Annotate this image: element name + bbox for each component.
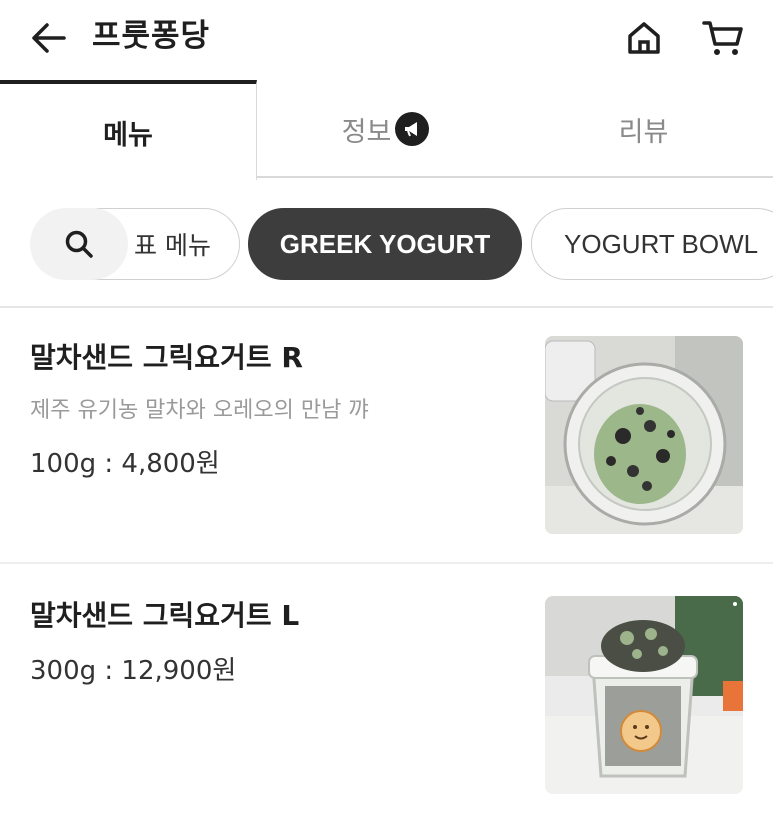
menu-item-image — [545, 336, 743, 534]
category-chip-label: GREEK YOGURT — [279, 228, 491, 259]
arrow-left-icon — [32, 23, 66, 53]
category-chip-label: YOGURT BOWL — [564, 228, 759, 259]
tab-info-label: 정보 — [341, 116, 392, 148]
tab-review-label: 리뷰 — [618, 116, 669, 148]
back-button[interactable] — [24, 16, 72, 60]
cart-icon — [702, 21, 743, 55]
search-icon — [65, 230, 93, 258]
top-app-bar: 프룻퐁당 — [0, 0, 773, 80]
category-chip-greek-yogurt[interactable]: GREEK YOGURT — [248, 208, 522, 280]
tab-review[interactable]: 리뷰 — [514, 80, 773, 178]
store-title: 프룻퐁당 — [92, 18, 211, 54]
tab-menu-label: 메뉴 — [103, 119, 153, 151]
megaphone-icon — [395, 112, 430, 146]
category-chip-bar: 표 메뉴 GREEK YOGURT YOGURT BOWL — [0, 178, 773, 308]
menu-item-price: 100g : 4,800원 — [30, 449, 220, 479]
store-tabs: 메뉴 정보 리뷰 — [0, 80, 773, 180]
menu-item[interactable]: 말차샌드 그릭요거트 L 300g : 12,900원 — [0, 566, 773, 817]
category-chip-label: 표 메뉴 — [134, 231, 211, 260]
menu-item-image — [545, 596, 743, 794]
category-search-button[interactable] — [30, 208, 128, 280]
home-icon — [628, 22, 660, 54]
oreo-yogurt-tall-cup-photo — [545, 596, 743, 794]
category-chip-yogurt-bowl[interactable]: YOGURT BOWL — [531, 208, 773, 280]
tab-menu[interactable]: 메뉴 — [0, 80, 257, 180]
cart-button[interactable] — [698, 14, 748, 62]
menu-item[interactable]: 말차샌드 그릭요거트 R 제주 유기농 말차와 오레오의 만남 꺄 100g :… — [0, 310, 773, 564]
home-button[interactable] — [620, 14, 668, 62]
tab-info[interactable]: 정보 — [257, 80, 514, 178]
menu-item-description: 제주 유기농 말차와 오레오의 만남 꺄 — [30, 398, 369, 423]
menu-item-price: 300g : 12,900원 — [30, 656, 237, 686]
matcha-yogurt-cup-photo — [545, 336, 743, 534]
menu-item-name: 말차샌드 그릭요거트 L — [30, 599, 300, 632]
menu-item-name: 말차샌드 그릭요거트 R — [30, 341, 303, 374]
